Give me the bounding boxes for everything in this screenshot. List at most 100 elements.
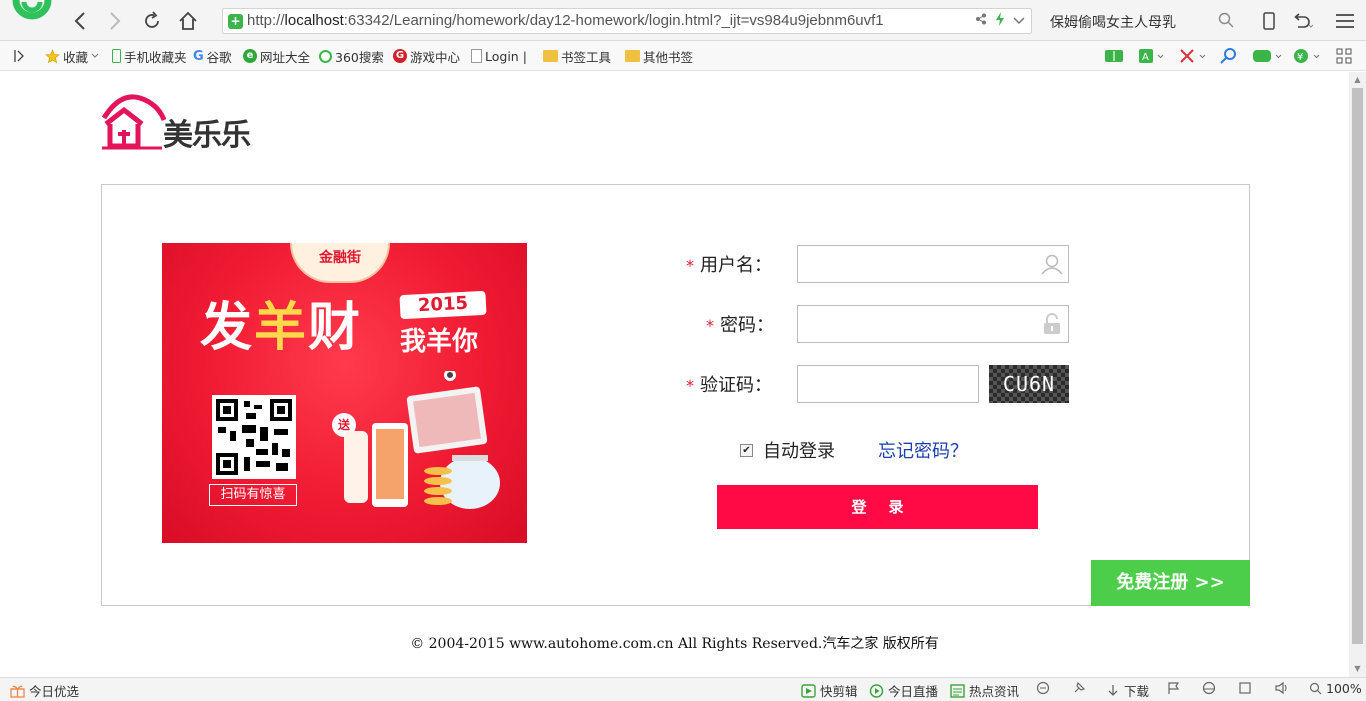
bookmark-favorites[interactable]: 收藏 <box>45 47 99 65</box>
vertical-scrollbar[interactable]: ▲ ▼ <box>1349 72 1366 677</box>
logo-text: 美乐乐 <box>163 118 251 153</box>
login-button[interactable]: 登录 <box>717 485 1038 529</box>
browser-search-box[interactable]: 保姆偷喝女主人母乳 <box>1044 8 1240 34</box>
url-action-icons <box>975 12 1025 30</box>
zoom-control[interactable]: 100% <box>1309 681 1362 696</box>
refresh-status-icon[interactable] <box>1036 681 1050 695</box>
google-icon: G <box>193 48 204 64</box>
screenshot-icon[interactable] <box>1179 47 1207 65</box>
apps-grid-icon[interactable] <box>1336 47 1352 65</box>
volume-icon[interactable] <box>1274 681 1290 695</box>
scroll-thumb[interactable] <box>1352 88 1363 644</box>
folder-icon <box>625 50 640 62</box>
user-icon <box>1041 254 1063 275</box>
svg-text:A: A <box>1142 52 1149 63</box>
gift-icon <box>10 685 25 698</box>
undo-icon[interactable] <box>1292 10 1314 32</box>
browser-toolbar: + http://localhost:63342/Learning/homewo… <box>0 0 1366 41</box>
wallet-icon[interactable]: ¥ <box>1292 47 1322 65</box>
back-icon[interactable] <box>68 9 92 33</box>
mobile-icon[interactable] <box>1258 10 1280 32</box>
bookmark-google[interactable]: G 谷歌 <box>193 47 232 65</box>
forgot-password-link[interactable]: 忘记密码？ <box>878 437 968 463</box>
bookmark-label: 其他书签 <box>643 49 694 65</box>
captcha-field[interactable] <box>797 365 979 403</box>
url-text[interactable]: http://localhost:63342/Learning/homework… <box>247 12 884 29</box>
status-item-label: 下载 <box>1124 684 1150 699</box>
bookmark-label: 游戏中心 <box>410 49 461 65</box>
qr-caption: 扫码有惊喜 <box>209 484 297 506</box>
home-icon[interactable] <box>176 9 200 33</box>
news-icon <box>950 683 965 698</box>
bookmark-360-search[interactable]: 360搜索 <box>319 47 384 65</box>
game-center-icon: G <box>393 49 407 63</box>
bookmark-login[interactable]: Login | <box>471 47 527 65</box>
bookmark-mobile-favorites[interactable]: 手机收藏夹 <box>112 47 187 65</box>
copyright-footer: © 2004-2015 www.autohome.com.cn All Righ… <box>410 636 939 652</box>
bookmark-label: 手机收藏夹 <box>124 49 187 65</box>
captcha-image[interactable]: CU6N <box>989 365 1069 403</box>
promo-subtitle: 我羊你 <box>400 327 479 357</box>
status-item-label: 快剪辑 <box>820 684 858 699</box>
bookmark-folder-other[interactable]: 其他书签 <box>625 47 693 65</box>
360-search-icon <box>319 49 332 63</box>
site-logo[interactable]: 美乐乐 <box>100 90 270 156</box>
login-panel: 金融街 发羊财 2015 我羊你 扫码有惊喜 送 * 用户名： * 密码： * … <box>101 184 1250 606</box>
translate-icon[interactable]: A <box>1138 47 1164 65</box>
game-icon[interactable] <box>1252 47 1282 65</box>
page-icon <box>471 49 482 63</box>
secure-site-icon: + <box>228 14 243 29</box>
phone-icon <box>112 49 121 63</box>
zoom-level: 100% <box>1326 681 1362 696</box>
status-download[interactable]: 下载 <box>1106 681 1149 700</box>
qr-code-icon <box>216 399 292 475</box>
scroll-up-icon[interactable]: ▲ <box>1349 72 1366 88</box>
ie-mode-icon[interactable] <box>1202 681 1216 695</box>
zoom-icon <box>1309 682 1322 695</box>
bookmark-folder-tools[interactable]: 书签工具 <box>543 47 611 65</box>
flag-icon[interactable] <box>1167 681 1181 695</box>
status-live[interactable]: 今日直播 <box>869 681 938 700</box>
globe-icon: e <box>243 49 257 63</box>
video-edit-icon <box>801 683 816 698</box>
sidebar-toggle-icon[interactable] <box>14 47 24 65</box>
status-quick-edit[interactable]: 快剪辑 <box>801 681 858 700</box>
promo-banner[interactable]: 金融街 发羊财 2015 我羊你 扫码有惊喜 送 <box>162 243 527 543</box>
status-news[interactable]: 热点资讯 <box>950 681 1019 700</box>
window-icon[interactable] <box>1238 681 1252 695</box>
gadgets-illustration <box>344 371 500 509</box>
lightning-icon[interactable] <box>995 12 1005 30</box>
password-field[interactable] <box>797 305 1069 343</box>
daily-picks-label: 今日优选 <box>29 684 80 699</box>
pin-icon[interactable] <box>1072 681 1086 695</box>
forward-icon[interactable] <box>103 9 127 33</box>
bookmark-game-center[interactable]: G 游戏中心 <box>393 47 460 65</box>
search-query[interactable]: 保姆偷喝女主人母乳 <box>1050 12 1176 32</box>
bookmark-hao[interactable]: e 网址大全 <box>243 47 310 65</box>
scroll-down-icon[interactable]: ▼ <box>1349 661 1366 677</box>
share-icon[interactable] <box>975 13 987 29</box>
register-button[interactable]: 免费注册 >> <box>1091 560 1250 606</box>
username-field[interactable] <box>797 245 1069 283</box>
daily-picks[interactable]: 今日优选 <box>10 681 79 700</box>
svg-text:¥: ¥ <box>1297 52 1303 63</box>
status-item-label: 热点资讯 <box>969 684 1020 699</box>
house-logo-icon <box>101 94 167 150</box>
reload-icon[interactable] <box>140 9 164 33</box>
promo-year: 2015 <box>399 290 487 320</box>
bookmark-label: 谷歌 <box>206 49 232 65</box>
folder-icon <box>543 50 558 62</box>
auto-login-checkbox[interactable]: ✔ <box>740 443 753 457</box>
reader-icon[interactable] <box>1104 47 1124 65</box>
promo-tag: 金融街 <box>290 243 390 283</box>
find-icon[interactable] <box>1220 47 1238 65</box>
captcha-label: * 验证码： <box>686 375 772 396</box>
download-icon <box>1108 684 1118 696</box>
search-icon[interactable] <box>1218 12 1234 28</box>
bookmark-bar: 收藏 手机收藏夹 G 谷歌 e 网址大全 360搜索 G 游戏中心 Login … <box>0 41 1366 71</box>
menu-icon[interactable] <box>1334 10 1356 32</box>
address-bar[interactable]: + http://localhost:63342/Learning/homewo… <box>222 8 1032 34</box>
auto-login-option[interactable]: ✔ 自动登录 <box>740 437 835 463</box>
chevron-down-icon[interactable] <box>1013 14 1025 29</box>
password-label: * 密码： <box>706 315 774 336</box>
